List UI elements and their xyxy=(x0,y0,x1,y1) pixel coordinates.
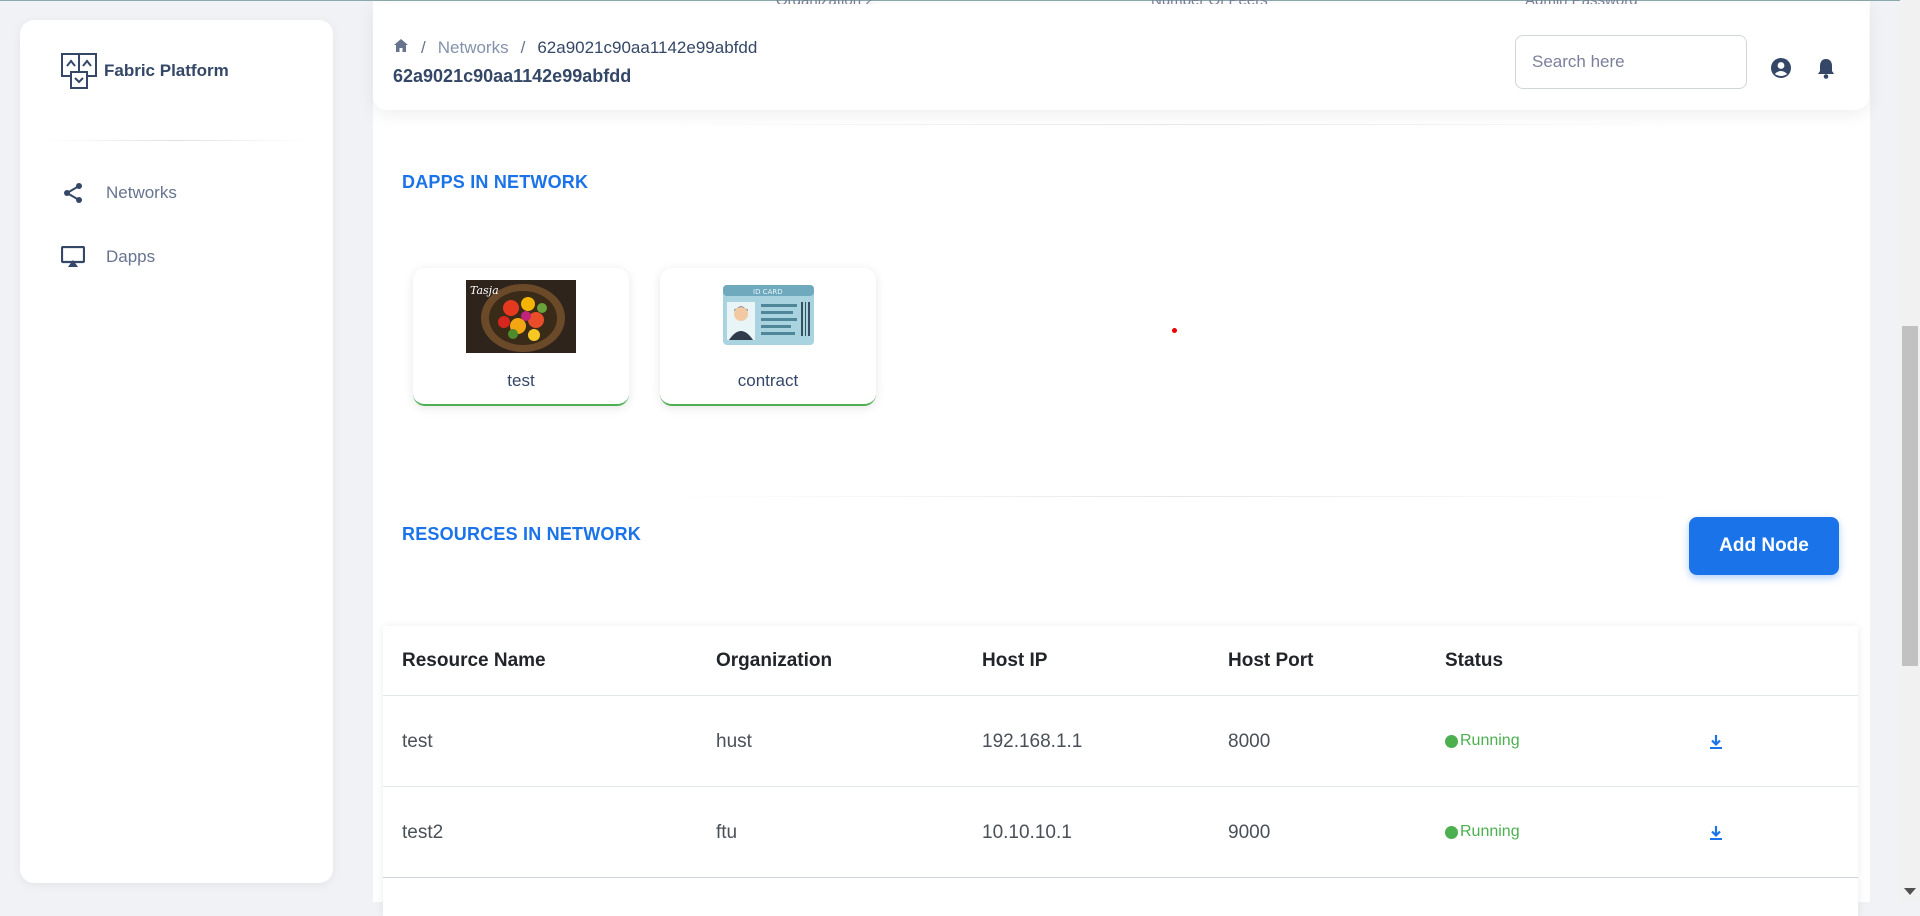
status-text: Running xyxy=(1460,732,1520,749)
dapps-section-title: DAPPS IN NETWORK xyxy=(402,172,589,192)
cell-resource-name: test2 xyxy=(402,822,444,843)
brand-name: Fabric Platform xyxy=(104,61,229,80)
breadcrumb: / Networks / 62a9021c90aa1142e99abfdd xyxy=(393,38,757,58)
column-header-resource-name: Resource Name xyxy=(402,650,546,671)
row-divider xyxy=(383,695,1858,696)
status-text: Running xyxy=(1460,823,1520,840)
sidebar-item-dapps[interactable]: Dapps xyxy=(60,237,155,277)
resources-table: Resource Name Organization Host IP Host … xyxy=(383,626,1858,916)
add-node-button[interactable]: Add Node xyxy=(1689,517,1839,575)
section-divider xyxy=(673,496,1673,497)
cell-host-port: 9000 xyxy=(1228,822,1271,843)
svg-text:ID CARD: ID CARD xyxy=(753,288,783,296)
top-navbar: / Networks / 62a9021c90aa1142e99abfdd 62… xyxy=(373,4,1869,110)
sidebar-divider xyxy=(48,140,304,141)
row-divider xyxy=(383,877,1858,878)
airplay-icon xyxy=(60,244,86,270)
home-icon[interactable] xyxy=(393,38,409,58)
user-account-icon[interactable] xyxy=(1769,56,1793,80)
dapp-card[interactable]: ID CARD contract xyxy=(660,268,876,406)
column-header-host-port: Host Port xyxy=(1228,650,1314,671)
breadcrumb-current: 62a9021c90aa1142e99abfdd xyxy=(537,38,758,57)
dapp-name: contract xyxy=(737,371,799,390)
svg-text:Tasja: Tasja xyxy=(470,284,499,297)
food-bowl-image: Tasja xyxy=(466,280,576,353)
column-header-host-ip: Host IP xyxy=(982,650,1048,671)
sidebar: Fabric Platform Networks Dapps xyxy=(20,20,333,883)
download-icon[interactable] xyxy=(1707,824,1725,842)
share-icon xyxy=(60,180,86,206)
status-badge: Running xyxy=(1445,823,1520,841)
column-header-organization: Organization xyxy=(716,650,833,671)
section-divider xyxy=(673,124,1673,125)
id-card-image: ID CARD xyxy=(713,280,823,353)
status-dot-icon xyxy=(1445,734,1458,748)
cell-organization: hust xyxy=(716,731,752,752)
cell-resource-name: test xyxy=(402,731,433,752)
status-badge: Running xyxy=(1445,732,1520,750)
bell-icon[interactable] xyxy=(1814,56,1838,80)
fabric-logo-icon xyxy=(61,53,97,89)
cell-host-port: 8000 xyxy=(1228,731,1271,752)
search-input[interactable] xyxy=(1515,35,1747,89)
row-divider xyxy=(383,786,1858,787)
status-dot-icon xyxy=(1445,825,1458,839)
download-icon[interactable] xyxy=(1707,733,1725,751)
sidebar-item-label: Dapps xyxy=(106,247,156,266)
cell-host-ip: 10.10.10.1 xyxy=(982,822,1072,843)
column-header-status: Status xyxy=(1445,650,1504,671)
breadcrumb-separator: / xyxy=(421,38,426,57)
scroll-down-arrow-icon[interactable] xyxy=(1904,888,1916,895)
breadcrumb-separator: / xyxy=(520,38,526,57)
dapp-card[interactable]: Tasja test xyxy=(413,268,629,406)
dapp-name: test xyxy=(507,371,535,390)
brand[interactable]: Fabric Platform xyxy=(60,52,229,90)
page-title: 62a9021c90aa1142e99abfdd xyxy=(393,66,632,86)
sidebar-item-networks[interactable]: Networks xyxy=(60,173,177,213)
breadcrumb-networks-link[interactable]: Networks xyxy=(438,38,509,58)
sidebar-item-label: Networks xyxy=(106,183,177,202)
cell-organization: ftu xyxy=(716,822,738,843)
cursor-marker xyxy=(1172,328,1177,333)
resources-section-title: RESOURCES IN NETWORK xyxy=(402,524,642,544)
cell-host-ip: 192.168.1.1 xyxy=(982,731,1083,752)
scrollbar-thumb[interactable] xyxy=(1902,326,1918,666)
